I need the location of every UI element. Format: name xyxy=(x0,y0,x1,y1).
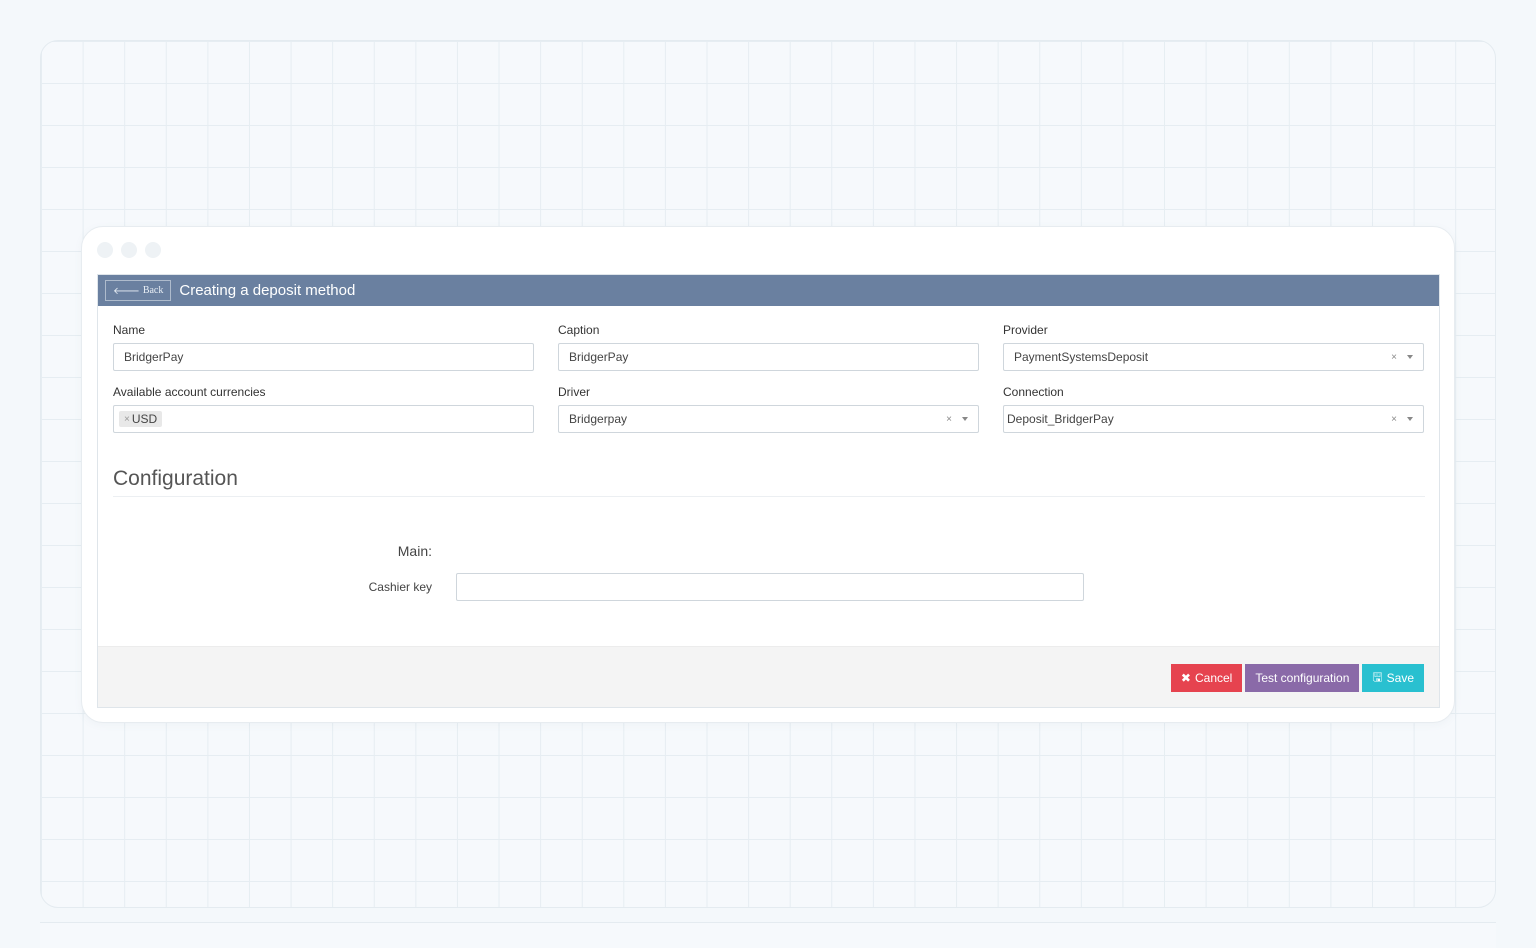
test-configuration-button[interactable]: Test configuration xyxy=(1245,664,1360,692)
page-title: Creating a deposit method xyxy=(179,282,356,299)
arrow-left-icon: 🡐 xyxy=(113,285,140,297)
name-field: Name BridgerPay xyxy=(113,323,534,371)
provider-label: Provider xyxy=(1003,323,1048,337)
configuration-heading: Configuration xyxy=(113,467,1425,497)
provider-select[interactable]: PaymentSystemsDeposit × xyxy=(1003,343,1424,371)
driver-value: Bridgerpay xyxy=(569,412,628,426)
caption-label: Caption xyxy=(558,323,600,337)
chevron-down-icon[interactable] xyxy=(1407,355,1413,359)
window-dot-minimize[interactable] xyxy=(121,242,137,258)
test-label: Test configuration xyxy=(1255,671,1350,685)
clear-x-icon[interactable]: × xyxy=(1391,352,1397,363)
cashier-key-label: Cashier key xyxy=(368,580,432,594)
chevron-down-icon[interactable] xyxy=(962,417,968,421)
caption-field: Caption BridgerPay xyxy=(558,323,979,371)
form-row-2: Available account currencies × USD Drive… xyxy=(113,385,1425,433)
cancel-label: Cancel xyxy=(1194,671,1233,685)
window-dot-maximize[interactable] xyxy=(145,242,161,258)
clear-x-icon[interactable]: × xyxy=(946,414,952,425)
cashier-key-input[interactable] xyxy=(456,573,1084,601)
background-strip xyxy=(40,922,1496,948)
card-header: 🡐 Back Creating a deposit method xyxy=(98,275,1439,306)
name-input[interactable]: BridgerPay xyxy=(113,343,534,371)
remove-tag-icon[interactable]: × xyxy=(124,414,130,425)
name-value: BridgerPay xyxy=(124,350,184,364)
driver-select[interactable]: Bridgerpay × xyxy=(558,405,979,433)
cancel-button[interactable]: ✖ Cancel xyxy=(1170,664,1243,692)
driver-field: Driver Bridgerpay × xyxy=(558,385,979,433)
save-button[interactable]: 🖫 Save xyxy=(1362,664,1424,692)
window-dot-close[interactable] xyxy=(97,242,113,258)
floppy-disk-icon: 🖫 xyxy=(1372,669,1383,684)
window-controls xyxy=(97,242,161,258)
connection-value: Deposit_BridgerPay xyxy=(1007,412,1114,426)
caption-input[interactable]: BridgerPay xyxy=(558,343,979,371)
save-label: Save xyxy=(1386,671,1414,685)
connection-field: Connection Deposit_BridgerPay × xyxy=(1003,385,1424,433)
currencies-field: Available account currencies × USD xyxy=(113,385,534,433)
provider-value: PaymentSystemsDeposit xyxy=(1014,350,1149,364)
main-group-label: Main: xyxy=(397,543,432,559)
clear-x-icon[interactable]: × xyxy=(1391,414,1397,425)
name-label: Name xyxy=(113,323,146,337)
card-footer: ✖ Cancel Test configuration 🖫 Save xyxy=(98,646,1439,707)
currency-tag: × USD xyxy=(119,411,163,427)
provider-field: Provider PaymentSystemsDeposit × xyxy=(1003,323,1424,371)
connection-label: Connection xyxy=(1003,385,1064,399)
currencies-multiselect[interactable]: × USD xyxy=(113,405,534,433)
back-label: Back xyxy=(142,285,164,296)
deposit-method-card: 🡐 Back Creating a deposit method Name Br… xyxy=(97,274,1440,708)
driver-label: Driver xyxy=(558,385,590,399)
currency-tag-label: USD xyxy=(131,412,158,426)
back-button[interactable]: 🡐 Back xyxy=(105,280,172,301)
chevron-down-icon[interactable] xyxy=(1407,417,1413,421)
app-window: 🡐 Back Creating a deposit method Name Br… xyxy=(81,226,1455,723)
times-icon: ✖ xyxy=(1180,671,1191,685)
currencies-label: Available account currencies xyxy=(113,385,266,399)
connection-select[interactable]: Deposit_BridgerPay × xyxy=(1003,405,1424,433)
form-row-1: Name BridgerPay Caption BridgerPay Provi… xyxy=(113,323,1425,371)
caption-value: BridgerPay xyxy=(569,350,629,364)
footer-actions: ✖ Cancel Test configuration 🖫 Save xyxy=(1170,664,1424,692)
